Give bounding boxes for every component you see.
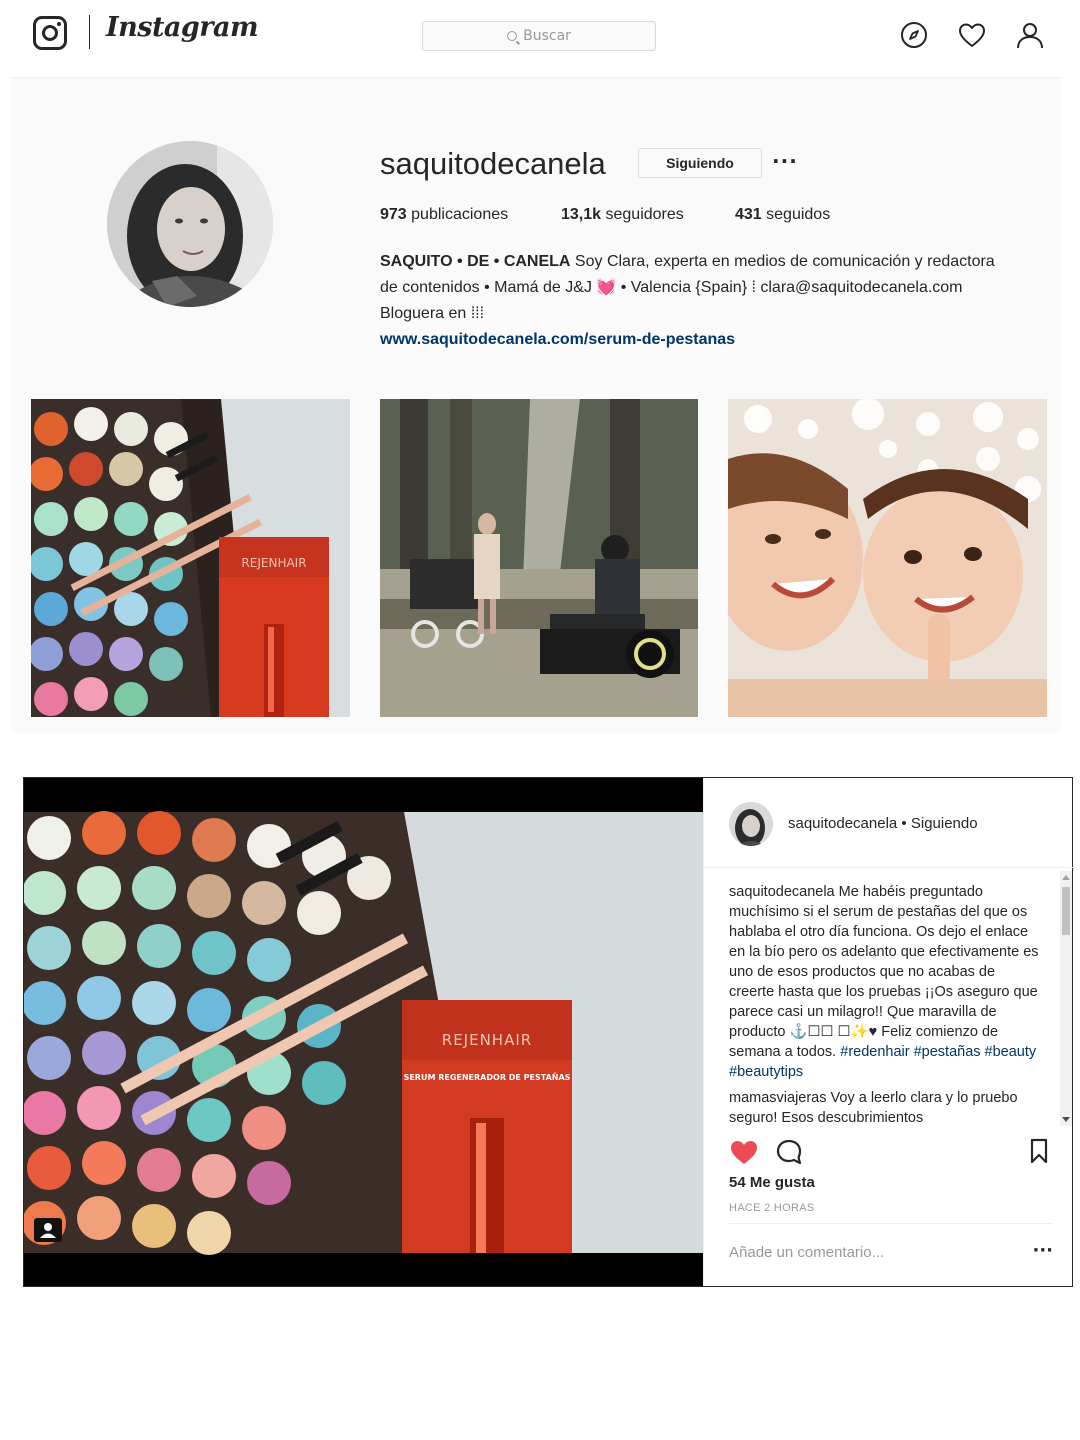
profile-person-icon[interactable]: [1015, 20, 1045, 50]
scroll-up-arrow-icon[interactable]: [1062, 875, 1070, 880]
post-product-desc: SERUM REGENERADOR DE PESTAÑAS: [404, 1072, 571, 1082]
caption-username[interactable]: saquitodecanela: [729, 884, 835, 900]
following-button[interactable]: Siguiendo: [638, 148, 762, 178]
stat-posts[interactable]: 973 publicaciones: [380, 206, 508, 224]
instagram-glyph-icon[interactable]: [33, 16, 67, 50]
bio-line-3: Bloguera en ⁞⁞⁞: [380, 305, 485, 322]
scroll-thumb[interactable]: [1062, 887, 1070, 935]
comment-username[interactable]: mamasviajeras: [729, 1090, 827, 1106]
caption-text: Me habéis preguntado muchísimo si el ser…: [729, 884, 1039, 1060]
post-product-brand: REJENHAIR: [442, 1031, 532, 1049]
post-actions: [729, 1134, 1049, 1174]
post-author-avatar[interactable]: [729, 802, 773, 846]
post-follow-state[interactable]: Siguiendo: [911, 815, 978, 832]
grid-product-brand: REJENHAIR: [241, 556, 306, 570]
search-input[interactable]: Buscar: [422, 21, 656, 51]
comment-form: ···: [729, 1223, 1053, 1283]
comments-list: saquitodecanela Me habéis preguntado muc…: [729, 882, 1041, 1126]
add-comment-input[interactable]: [729, 1244, 1009, 1261]
like-count[interactable]: 54 Me gusta: [729, 1174, 815, 1191]
bio-line-1: Soy Clara, experta en medios de comunica…: [570, 253, 995, 270]
grid-post-1[interactable]: REJENHAIR: [31, 399, 350, 717]
post-more-options-button[interactable]: ···: [1032, 1240, 1053, 1261]
comment-bubble-icon[interactable]: [775, 1138, 803, 1166]
post-header: saquitodecanela • Siguiendo: [704, 778, 1073, 868]
post-author-username[interactable]: saquitodecanela: [788, 815, 897, 832]
profile-username: saquitodecanela: [380, 146, 606, 181]
post-author: saquitodecanela • Siguiendo: [788, 815, 978, 832]
comments-scrollbar[interactable]: [1060, 871, 1072, 1126]
post-image[interactable]: REJENHAIR SERUM REGENERADOR DE PESTAÑAS: [24, 778, 703, 1286]
post-modal: REJENHAIR SERUM REGENERADOR DE PESTAÑAS …: [23, 777, 1073, 1287]
post-timestamp[interactable]: HACE 2 HORAS: [729, 1202, 815, 1214]
caption: saquitodecanela Me habéis preguntado muc…: [729, 882, 1041, 1082]
profile-avatar[interactable]: [107, 141, 273, 307]
stat-following[interactable]: 431 seguidos: [735, 206, 830, 224]
instagram-wordmark[interactable]: Instagram: [106, 12, 259, 43]
explore-compass-icon[interactable]: [899, 20, 929, 50]
bio-name: SAQUITO • DE • CANELA: [380, 253, 571, 270]
more-options-button[interactable]: ···: [772, 149, 798, 173]
post-sidebar: saquitodecanela • Siguiendo saquitodecan…: [703, 778, 1073, 1286]
bookmark-save-icon[interactable]: [1029, 1138, 1049, 1164]
bio-link[interactable]: www.saquitodecanela.com/serum-de-pestana…: [380, 327, 1040, 353]
like-heart-icon[interactable]: [729, 1138, 759, 1166]
bio-line-2: de contenidos • Mamá de J&J 💓 • Valencia…: [380, 279, 963, 296]
comment-item: mamasviajeras Voy a leerlo clara y lo pr…: [729, 1088, 1041, 1126]
activity-heart-icon[interactable]: [957, 20, 987, 50]
scroll-down-arrow-icon[interactable]: [1062, 1117, 1070, 1122]
nav-divider: [89, 15, 90, 49]
search-placeholder: Buscar: [523, 28, 571, 44]
stat-followers[interactable]: 13,1k seguidores: [561, 206, 684, 224]
top-navigation: Instagram Buscar: [0, 0, 1080, 76]
grid-post-3[interactable]: [728, 399, 1047, 717]
grid-post-2[interactable]: [380, 399, 699, 717]
search-icon: [507, 31, 518, 41]
profile-bio: SAQUITO • DE • CANELA Soy Clara, experta…: [380, 249, 1040, 353]
